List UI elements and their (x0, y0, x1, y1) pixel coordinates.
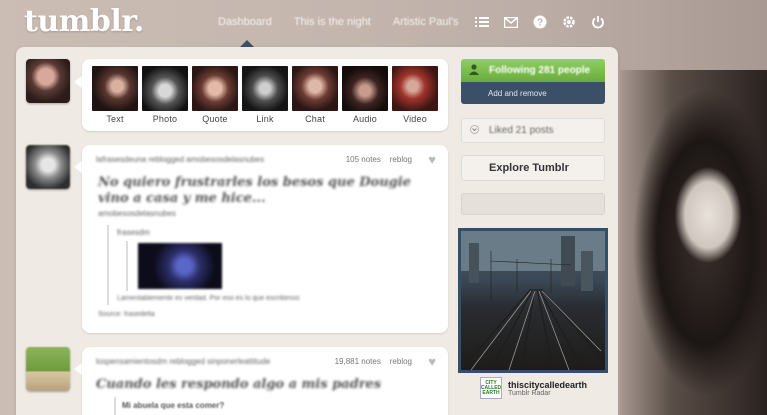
radar-label: Tumblr Radar (508, 389, 551, 397)
radar-photo (461, 231, 605, 370)
explore-tumblr-button[interactable]: Explore Tumblr (461, 155, 605, 181)
top-icon-bar: ? (474, 14, 606, 30)
radar-username[interactable]: thiscitycalledearth (508, 380, 587, 390)
like-heart-icon[interactable]: ♥ (428, 354, 436, 369)
following-button[interactable]: Following 281 people (461, 59, 605, 82)
radar-blog-avatar[interactable]: CITY CALLED EARTH (480, 377, 502, 399)
notes-count[interactable]: 19,881 notes (335, 357, 381, 366)
quote-divider (107, 225, 109, 305)
post-composer: Text Photo Quote Link Chat Audio Video (82, 59, 448, 131)
post-caption: Lamentablemente es verdad. Por eso es lo… (117, 295, 300, 302)
quote-source[interactable]: frasesdm (117, 228, 150, 237)
post-type-thumbnail (392, 66, 438, 111)
sidebar-empty-slot (461, 193, 605, 215)
post-type-thumbnail (342, 66, 388, 111)
gear-icon[interactable] (561, 14, 577, 30)
radar-attribution: CITY CALLED EARTH thiscitycalledearth Tu… (480, 377, 587, 399)
post-type-label: Video (403, 114, 427, 124)
user-avatar[interactable] (26, 59, 70, 103)
post-type-photo[interactable]: Photo (142, 66, 188, 124)
tumblr-logo[interactable]: tumblr. (24, 4, 144, 39)
top-navigation: Dashboard This is the night Artistic Pau… (218, 16, 459, 28)
post-type-quote[interactable]: Quote (192, 66, 238, 124)
power-icon[interactable] (590, 14, 606, 30)
post-source[interactable]: Source: frasedelta (98, 311, 155, 318)
nav-blog-1[interactable]: This is the night (294, 16, 371, 28)
mail-icon[interactable] (503, 14, 519, 30)
help-icon[interactable]: ? (532, 14, 548, 30)
post-type-audio[interactable]: Audio (342, 66, 388, 124)
dashboard-post: lospensamientosdm reblogged sinponerleat… (82, 347, 448, 415)
dashboard-post: lafrasesdeuna reblogged amobesosdelasnub… (82, 145, 448, 333)
active-nav-caret (240, 40, 254, 47)
post-controls: 19,881 notes reblog (335, 357, 412, 366)
background-portrait-image (620, 70, 767, 415)
post-avatar[interactable] (26, 347, 70, 391)
post-image[interactable] (138, 243, 222, 289)
liked-posts-label: Liked 21 posts (489, 125, 554, 136)
post-title: No quiero frustrarles los besos que Doug… (98, 175, 411, 206)
post-type-label: Audio (352, 114, 378, 124)
tumblr-radar-image[interactable] (458, 228, 608, 373)
post-type-label: Quote (202, 114, 228, 124)
post-type-label: Chat (305, 114, 325, 124)
post-type-text[interactable]: Text (92, 66, 138, 124)
post-type-thumbnail (292, 66, 338, 111)
post-reblog-header[interactable]: lafrasesdeuna reblogged amobesosdelasnub… (96, 155, 264, 164)
post-type-label: Link (256, 114, 274, 124)
reblog-link[interactable]: reblog (390, 155, 412, 164)
post-type-video[interactable]: Video (392, 66, 438, 124)
like-heart-icon[interactable]: ♥ (428, 152, 436, 167)
post-reblog-header[interactable]: lospensamientosdm reblogged sinponerleat… (96, 357, 270, 366)
add-remove-link[interactable]: Add and remove (461, 82, 605, 104)
post-avatar[interactable] (26, 145, 70, 189)
nav-blog-2[interactable]: Artistic Paul's (393, 16, 459, 28)
reblog-link[interactable]: reblog (390, 357, 412, 366)
chevron-down-icon (470, 124, 479, 137)
post-type-label: Photo (152, 114, 178, 124)
post-title: Cuando les respondo algo a mis padres (96, 377, 382, 392)
quote-divider (114, 397, 116, 415)
liked-posts-button[interactable]: Liked 21 posts (461, 118, 605, 143)
nav-dashboard[interactable]: Dashboard (218, 16, 272, 28)
post-type-thumbnail (92, 66, 138, 111)
post-attribution[interactable]: amobesosdelasnubes (98, 209, 176, 218)
post-type-link[interactable]: Link (242, 66, 288, 124)
post-type-list: Text Photo Quote Link Chat Audio Video (92, 66, 438, 124)
post-type-chat[interactable]: Chat (292, 66, 338, 124)
post-quote-text: Mi abuela que esta comer? (122, 401, 225, 410)
following-label: Following 281 people (489, 65, 591, 76)
post-type-thumbnail (242, 66, 288, 111)
post-type-thumbnail (142, 66, 188, 111)
post-controls: 105 notes reblog (346, 155, 412, 164)
list-icon[interactable] (474, 14, 490, 30)
post-type-thumbnail (192, 66, 238, 111)
notes-count[interactable]: 105 notes (346, 155, 381, 164)
svg-text:?: ? (537, 18, 543, 29)
post-type-label: Text (106, 114, 124, 124)
quote-divider (126, 241, 128, 291)
user-icon (469, 63, 479, 78)
